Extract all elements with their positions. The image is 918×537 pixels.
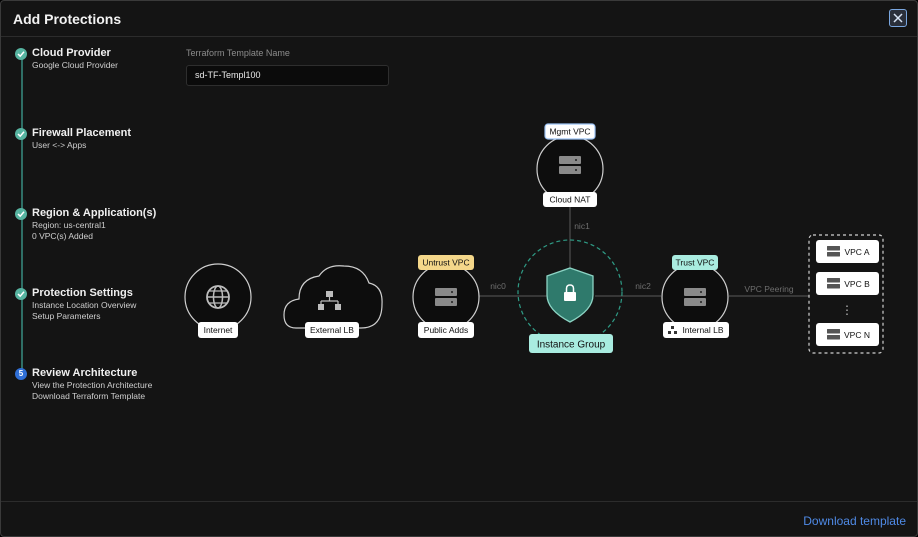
add-protections-dialog: Add Protections Cloud Provider Google Cl…	[0, 0, 918, 537]
shield-lock-icon	[546, 267, 594, 323]
trust-vpc-node[interactable]: Trust VPC Internal LB	[661, 255, 729, 338]
internal-lb-label: Internal LB	[682, 325, 723, 335]
vpc-peering-label: VPC Peering	[744, 284, 793, 294]
untrust-vpc-label: Untrust VPC	[422, 258, 469, 268]
architecture-diagram: Internet External LB Untrust VPC Public …	[184, 123, 884, 354]
download-template-link[interactable]: Download template	[803, 514, 906, 528]
external-lb-label: External LB	[310, 325, 354, 335]
internet-node[interactable]: Internet	[184, 263, 252, 338]
vpc-label: VPC B	[844, 279, 870, 289]
untrust-vpc-node[interactable]: Untrust VPC Public Adds	[412, 255, 480, 338]
vpc-label: VPC A	[844, 247, 869, 257]
mgmt-vpc-label: Mgmt VPC	[549, 127, 590, 137]
public-adds-label: Public Adds	[424, 325, 468, 335]
nic2-label: nic2	[635, 281, 651, 291]
instance-group-label: Instance Group	[537, 340, 606, 351]
vpc-a-node[interactable]: VPC A	[816, 240, 879, 263]
external-lb-node[interactable]: External LB	[283, 265, 383, 338]
dialog-footer: Download template	[1, 501, 917, 536]
mgmt-vpc-node[interactable]: Mgmt VPC Cloud NAT	[536, 123, 604, 207]
vpc-b-node[interactable]: VPC B	[816, 272, 879, 295]
vpc-label: VPC N	[844, 330, 870, 340]
internet-label: Internet	[204, 325, 233, 335]
more-vpcs-ellipsis: ⋮	[841, 303, 853, 317]
nic1-label: nic1	[574, 221, 590, 231]
nic0-label: nic0	[490, 281, 506, 291]
trust-vpc-label: Trust VPC	[676, 258, 715, 268]
vpc-group: VPC A VPC B ⋮ VPC N	[808, 234, 884, 354]
cloud-nat-label: Cloud NAT	[550, 195, 591, 205]
vpc-n-node[interactable]: VPC N	[816, 323, 879, 346]
